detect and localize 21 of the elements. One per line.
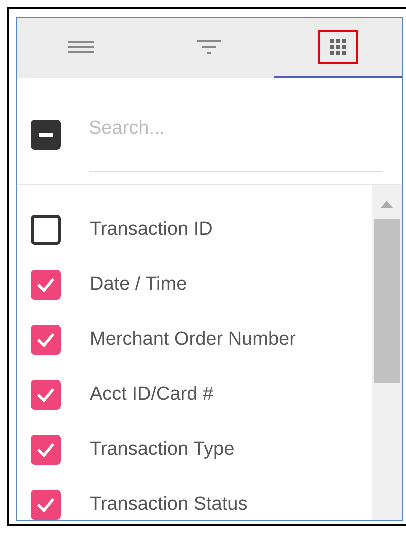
scroll-up-icon[interactable] [381,200,393,208]
column-label: Merchant Order Number [90,328,296,350]
scroll-thumb[interactable] [374,219,400,383]
scrollbar[interactable] [372,185,402,520]
select-all-checkbox[interactable] [31,120,61,150]
column-label: Transaction ID [90,218,213,240]
menu-icon [68,39,94,55]
filter-icon [197,39,222,55]
column-label: Transaction Type [90,438,235,460]
checkbox[interactable] [31,434,61,464]
checkbox[interactable] [31,214,61,244]
checkbox[interactable] [31,490,61,520]
grid-icon [330,39,346,55]
minus-icon [39,133,53,137]
column-label: Transaction Status [90,494,248,516]
column-label: Acct ID/Card # [90,384,214,406]
column-label: Date / Time [90,274,188,296]
checkbox[interactable] [31,324,61,354]
search-field[interactable]: Search... [89,118,382,172]
checkbox[interactable] [31,270,61,300]
checkbox[interactable] [31,380,61,410]
